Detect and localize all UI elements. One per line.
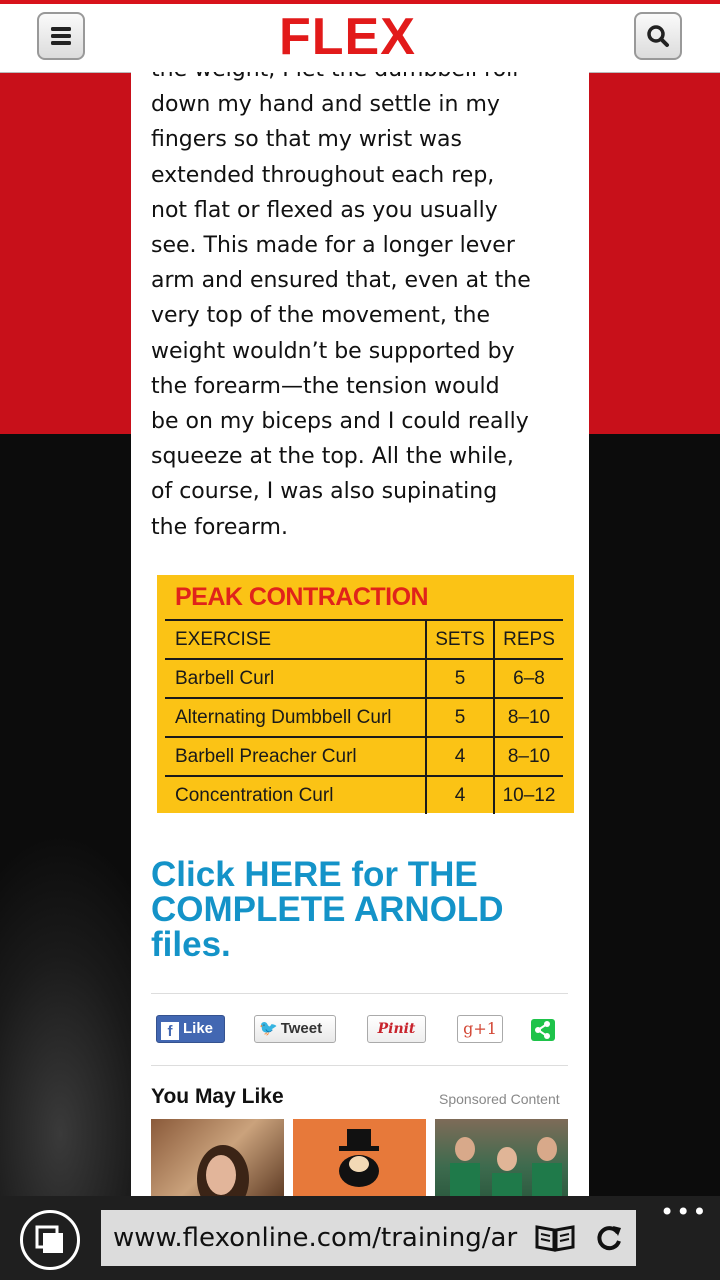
reps-cell: 8–10: [493, 698, 563, 738]
exercise-cell: Barbell Preacher Curl: [165, 737, 426, 777]
share-icon[interactable]: [531, 1019, 555, 1041]
refresh-icon[interactable]: [593, 1222, 625, 1254]
reps-cell: 6–8: [493, 659, 563, 699]
url-field[interactable]: www.flexonline.com/training/ar: [101, 1210, 636, 1266]
table-row: Barbell Curl 5 6–8: [165, 659, 563, 699]
volleyball-team-image: [450, 1137, 562, 1196]
pinterest-pinit-button[interactable]: Pinit: [367, 1015, 426, 1043]
article-line: see. This made for a longer lever: [151, 233, 515, 259]
article-text: the weight, I let the dumbbell roll down…: [151, 72, 571, 545]
tweet-label: Tweet: [280, 1020, 323, 1037]
like-label: Like: [183, 1020, 214, 1037]
article-line: extended throughout each rep,: [151, 162, 495, 188]
article-line: of course, I was also supinating: [151, 479, 498, 505]
article-line: squeeze at the top. All the while,: [151, 444, 514, 470]
facebook-icon: f: [161, 1022, 179, 1040]
article-line: the forearm.: [151, 514, 288, 540]
table-title: PEAK CONTRACTION: [175, 583, 429, 611]
header-reps: REPS: [493, 619, 563, 660]
divider-top: [151, 993, 568, 994]
site-header: FLEX: [0, 4, 720, 73]
table-row: Concentration Curl 4 10–12: [165, 776, 563, 814]
hamburger-menu-icon: [51, 27, 71, 45]
article-line: very top of the movement, the: [151, 303, 491, 329]
tweet-button[interactable]: 🐦 Tweet: [254, 1015, 336, 1043]
exercise-cell: Alternating Dumbbell Curl: [165, 698, 426, 738]
article-line: arm and ensured that, even at the: [151, 268, 531, 294]
you-may-like-heading: You May Like: [151, 1085, 284, 1108]
recommended-thumbnail-2[interactable]: [293, 1119, 426, 1196]
monopoly-man-image: [339, 1129, 379, 1187]
article-content[interactable]: the weight, I let the dumbbell roll down…: [131, 72, 589, 1196]
sets-cell: 4: [425, 737, 494, 777]
more-options-button[interactable]: •••: [660, 1200, 708, 1224]
reading-view-icon[interactable]: [535, 1224, 575, 1252]
tabs-icon: [35, 1225, 63, 1253]
browser-address-bar: www.flexonline.com/training/ar •••: [0, 1196, 720, 1280]
search-button[interactable]: [634, 12, 682, 60]
reps-cell: 10–12: [493, 776, 563, 814]
table-row: Barbell Preacher Curl 4 8–10: [165, 737, 563, 777]
url-text: www.flexonline.com/training/ar: [113, 1223, 518, 1253]
header-sets: SETS: [425, 619, 494, 660]
menu-button[interactable]: [37, 12, 85, 60]
portrait-image: [197, 1145, 249, 1196]
header-exercise: EXERCISE: [165, 619, 426, 660]
article-line: the forearm—the tension would: [151, 373, 500, 399]
sets-cell: 5: [425, 659, 494, 699]
flex-logo[interactable]: FLEX: [279, 11, 439, 63]
tabs-button[interactable]: [20, 1210, 80, 1270]
article-line: weight wouldn’t be supported by: [151, 338, 515, 364]
sets-cell: 5: [425, 698, 494, 738]
article-line: not flat or flexed as you usually: [151, 197, 498, 223]
recommended-thumbnail-1[interactable]: [151, 1119, 284, 1196]
exercise-cell: Barbell Curl: [165, 659, 426, 699]
article-line: the weight, I let the dumbbell roll: [151, 72, 571, 87]
sponsored-content-label[interactable]: Sponsored Content: [439, 1091, 560, 1107]
search-icon: [647, 25, 669, 47]
arnold-files-link[interactable]: Click HERE for THE COMPLETE ARNOLD files…: [151, 857, 571, 962]
recommended-thumbnail-3[interactable]: [435, 1119, 568, 1196]
share-glyph-icon: [535, 1021, 550, 1039]
article-line: down my hand and settle in my: [151, 92, 500, 118]
sets-cell: 4: [425, 776, 494, 814]
peak-contraction-table: PEAK CONTRACTION EXERCISE SETS REPS Barb…: [157, 575, 574, 814]
google-plus-button[interactable]: g+1: [457, 1015, 503, 1043]
table-header-row: EXERCISE SETS REPS: [165, 619, 563, 660]
workout-table: EXERCISE SETS REPS Barbell Curl 5 6–8 Al…: [165, 619, 563, 814]
twitter-bird-icon: 🐦: [259, 1020, 278, 1037]
reps-cell: 8–10: [493, 737, 563, 777]
article-line: be on my biceps and I could really: [151, 409, 529, 435]
exercise-cell: Concentration Curl: [175, 784, 334, 806]
facebook-like-button[interactable]: f Like: [156, 1015, 225, 1043]
table-row: Alternating Dumbbell Curl 5 8–10: [165, 698, 563, 738]
divider-bottom: [151, 1065, 568, 1066]
article-line: fingers so that my wrist was: [151, 127, 462, 153]
